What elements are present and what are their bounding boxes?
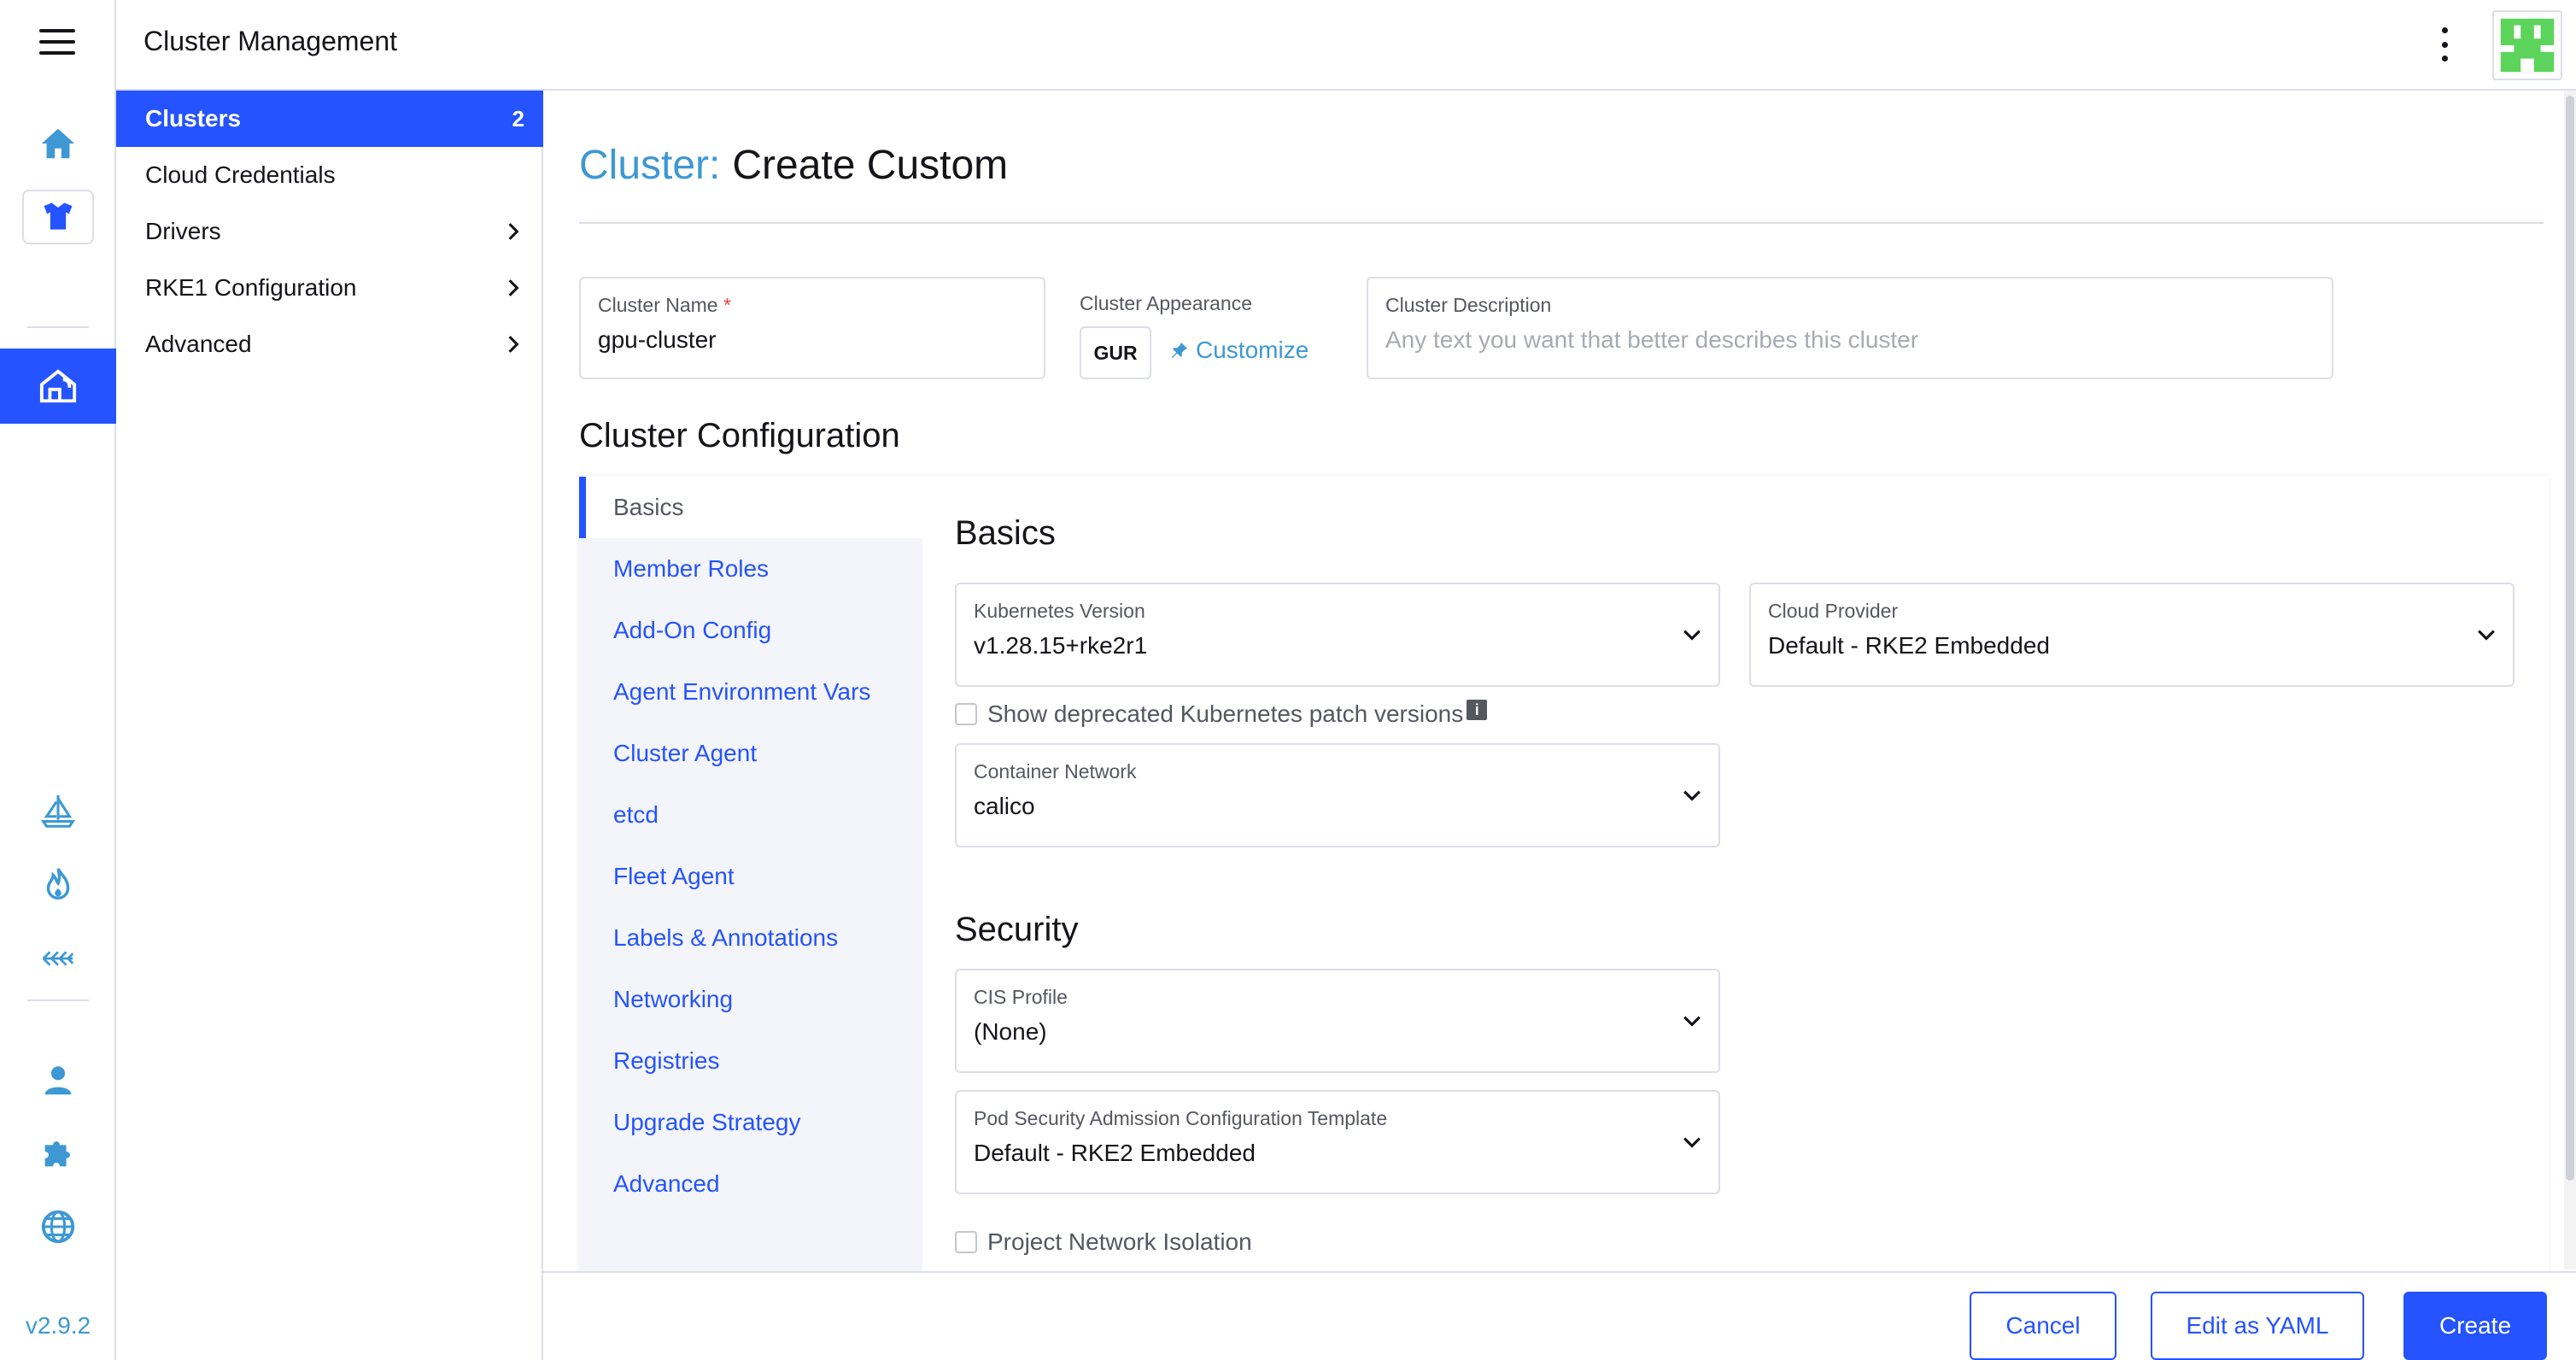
- sidebar-item-advanced[interactable]: Advanced: [116, 316, 543, 372]
- icon-rail: v2.9.2: [0, 0, 116, 1360]
- sidebar-item-label: Clusters: [145, 105, 242, 132]
- cluster-badge: GUR: [1080, 326, 1151, 379]
- cluster-explorer-icon[interactable]: [22, 190, 94, 244]
- sidebar-item-label: Advanced: [145, 331, 252, 357]
- clusters-count-badge: 2: [512, 105, 524, 132]
- cluster-name-label: Cluster Name *: [598, 294, 731, 316]
- kubernetes-version-select[interactable]: Kubernetes Version v1.28.15+rke2r1: [955, 583, 1720, 687]
- tab-upgrade-strategy[interactable]: Upgrade Strategy: [579, 1092, 922, 1153]
- cluster-appearance-label: Cluster Appearance: [1080, 292, 1253, 314]
- cluster-description-label: Cluster Description: [1385, 294, 1552, 316]
- config-tabs: Basics Member Roles Add-On Config Agent …: [579, 477, 922, 1288]
- psa-template-value: Default - RKE2 Embedded: [974, 1140, 1256, 1166]
- sidebar-item-rke1-configuration[interactable]: RKE1 Configuration: [116, 260, 543, 316]
- sidebar-item-label: Cloud Credentials: [145, 161, 336, 188]
- container-network-select[interactable]: Container Network calico: [955, 743, 1720, 847]
- tab-add-on-config[interactable]: Add-On Config: [579, 600, 922, 661]
- chevron-down-icon: [2478, 630, 2495, 641]
- sidebar-item-cloud-credentials[interactable]: Cloud Credentials: [116, 147, 543, 203]
- chevron-down-icon: [1683, 790, 1701, 801]
- edit-as-yaml-button[interactable]: Edit as YAML: [2151, 1292, 2364, 1360]
- psa-template-select[interactable]: Pod Security Admission Configuration Tem…: [955, 1090, 1720, 1194]
- home-icon[interactable]: [0, 111, 116, 176]
- main-content: Cluster: Create Custom Cluster Name * gpu…: [543, 91, 2576, 1360]
- customize-link[interactable]: Customize: [1170, 337, 1308, 364]
- tab-agent-environment-vars[interactable]: Agent Environment Vars: [579, 661, 922, 723]
- cloud-provider-select[interactable]: Cloud Provider Default - RKE2 Embedded: [1749, 583, 2515, 687]
- kubernetes-version-value: v1.28.15+rke2r1: [974, 632, 1148, 659]
- hamburger-menu-icon[interactable]: [39, 29, 75, 55]
- fleet-sailboat-icon[interactable]: [0, 779, 116, 844]
- sidebar-item-label: Drivers: [145, 218, 221, 244]
- chevron-down-icon: [1683, 1137, 1701, 1148]
- version-label[interactable]: v2.9.2: [0, 1312, 116, 1339]
- chevron-right-icon: [508, 223, 519, 240]
- tab-registries[interactable]: Registries: [579, 1030, 922, 1092]
- app-root: v2.9.2 Cluster Management Clusters 2 Clo…: [0, 0, 2576, 1360]
- users-icon[interactable]: [0, 1047, 116, 1112]
- cancel-button[interactable]: Cancel: [1970, 1292, 2116, 1360]
- extensions-arrows-icon[interactable]: [0, 926, 116, 991]
- sidebar-item-clusters[interactable]: Clusters 2: [116, 91, 543, 147]
- pin-icon: [1171, 342, 1188, 359]
- basics-heading: Basics: [955, 514, 1056, 552]
- cis-profile-select[interactable]: CIS Profile (None): [955, 969, 1720, 1073]
- chevron-down-icon: [1683, 630, 1701, 641]
- container-network-label: Container Network: [974, 760, 1137, 783]
- cis-profile-value: (None): [974, 1018, 1047, 1045]
- page-title: Cluster: Create Custom: [579, 143, 1009, 188]
- header-title: Cluster Management: [143, 26, 398, 56]
- tab-member-roles[interactable]: Member Roles: [579, 538, 922, 600]
- project-network-isolation-row[interactable]: Project Network Isolation: [955, 1228, 1252, 1256]
- cluster-name-input[interactable]: gpu-cluster: [598, 326, 717, 354]
- extensions-puzzle-icon[interactable]: [0, 1121, 116, 1186]
- main-scrollbar[interactable]: [2564, 91, 2576, 1269]
- show-deprecated-label: Show deprecated Kubernetes patch version…: [987, 701, 1464, 727]
- cluster-description-input[interactable]: Any text you want that better describes …: [1385, 326, 1918, 354]
- cluster-name-field[interactable]: Cluster Name * gpu-cluster: [579, 277, 1045, 379]
- tab-advanced[interactable]: Advanced: [579, 1153, 922, 1215]
- create-button[interactable]: Create: [2403, 1292, 2547, 1360]
- show-deprecated-checkbox[interactable]: [955, 703, 977, 725]
- chevron-down-icon: [1683, 1016, 1701, 1027]
- config-panel: Basics Member Roles Add-On Config Agent …: [579, 477, 2549, 1288]
- tab-labels-annotations[interactable]: Labels & Annotations: [579, 907, 922, 969]
- flame-icon[interactable]: [0, 853, 116, 917]
- security-heading: Security: [955, 911, 1079, 948]
- globe-icon[interactable]: [0, 1194, 116, 1259]
- kubernetes-version-label: Kubernetes Version: [974, 600, 1145, 622]
- psa-template-label: Pod Security Admission Configuration Tem…: [974, 1107, 1388, 1129]
- tab-basics[interactable]: Basics: [579, 477, 922, 538]
- tab-fleet-agent[interactable]: Fleet Agent: [579, 846, 922, 907]
- cloud-provider-value: Default - RKE2 Embedded: [1768, 632, 2050, 659]
- side-nav: Clusters 2 Cloud Credentials Drivers RKE…: [116, 91, 543, 1360]
- cluster-configuration-heading: Cluster Configuration: [579, 417, 900, 454]
- tab-etcd[interactable]: etcd: [579, 784, 922, 846]
- top-header: Cluster Management: [116, 0, 2576, 91]
- tab-cluster-agent[interactable]: Cluster Agent: [579, 723, 922, 784]
- breadcrumb[interactable]: Cluster:: [579, 143, 720, 188]
- cluster-description-field[interactable]: Cluster Description Any text you want th…: [1367, 277, 2333, 379]
- kebab-menu-icon[interactable]: [2427, 26, 2462, 63]
- chevron-right-icon: [508, 336, 519, 353]
- sidebar-item-label: RKE1 Configuration: [145, 274, 357, 301]
- avatar[interactable]: [2492, 10, 2562, 80]
- cis-profile-label: CIS Profile: [974, 986, 1068, 1008]
- footer-actions: Cancel Edit as YAML Create: [543, 1271, 2576, 1360]
- info-icon[interactable]: i: [1467, 700, 1488, 720]
- placeholder: [0, 374, 116, 439]
- chevron-right-icon: [508, 279, 519, 296]
- container-network-value: calico: [974, 793, 1035, 819]
- project-network-isolation-label: Project Network Isolation: [987, 1228, 1252, 1255]
- tab-networking[interactable]: Networking: [579, 969, 922, 1030]
- sidebar-item-drivers[interactable]: Drivers: [116, 203, 543, 260]
- project-network-isolation-checkbox[interactable]: [955, 1231, 977, 1253]
- show-deprecated-checkbox-row[interactable]: Show deprecated Kubernetes patch version…: [955, 700, 1488, 728]
- cloud-provider-label: Cloud Provider: [1768, 600, 1899, 622]
